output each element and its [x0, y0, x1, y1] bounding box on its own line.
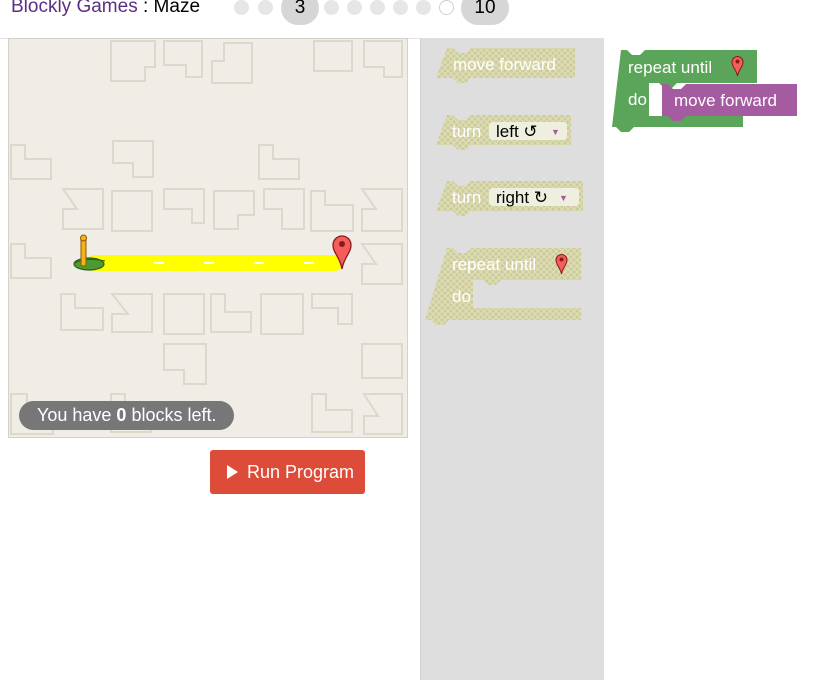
- toolbox-turn-left-option: left ↺: [496, 122, 538, 141]
- toolbox-move-forward-block[interactable]: move forward: [436, 48, 575, 83]
- toolbox-repeat-until-do-label: do: [452, 287, 471, 306]
- workspace-repeat-until-label: repeat until: [628, 58, 712, 77]
- level-6-dot[interactable]: [370, 0, 385, 15]
- level-7-dot[interactable]: [393, 0, 408, 15]
- maze-display: You have 0 blocks left.: [8, 38, 408, 438]
- workspace-repeat-until-do-label: do: [628, 90, 647, 109]
- maze-background-tiles: [10, 40, 403, 435]
- blocks-left-bubble: You have 0 blocks left.: [19, 401, 235, 430]
- level-4-dot[interactable]: [324, 0, 339, 15]
- level-1-dot[interactable]: [234, 0, 249, 15]
- toolbox-turn-left-label: turn: [452, 122, 481, 141]
- toolbox-move-forward-label: move forward: [453, 55, 556, 74]
- game-name: Maze: [153, 0, 201, 17]
- workspace-move-forward-block[interactable]: move forward: [662, 84, 797, 121]
- page-title: Blockly Games : Maze: [11, 0, 200, 18]
- level-2-dot[interactable]: [258, 0, 273, 15]
- capacity-suffix: blocks left.: [126, 405, 217, 425]
- level-current-badge[interactable]: 3: [281, 0, 319, 25]
- level-8-dot[interactable]: [416, 0, 431, 15]
- toolbox-turn-left-block[interactable]: turn left ↺ ▼: [436, 115, 571, 150]
- dropdown-arrow-icon: ▼: [559, 193, 568, 203]
- toolbox-turn-right-block[interactable]: turn right ↻ ▼: [436, 181, 583, 216]
- run-program-button[interactable]: Run Program: [210, 450, 365, 494]
- toolbox-turn-right-option: right ↻: [496, 188, 548, 207]
- blockly-games-link[interactable]: Blockly Games: [11, 0, 138, 17]
- level-last-badge[interactable]: 10: [461, 0, 509, 25]
- level-5-dot[interactable]: [347, 0, 362, 15]
- capacity-prefix: You have: [37, 405, 117, 425]
- play-icon: [227, 465, 238, 479]
- title-separator: :: [137, 0, 154, 17]
- run-program-label: Run Program: [247, 462, 355, 482]
- level-9-dot[interactable]: [439, 0, 454, 15]
- workspace-move-forward-label: move forward: [674, 91, 777, 110]
- toolbox-repeat-until-block[interactable]: repeat until do: [425, 248, 581, 325]
- start-marker-icon: [73, 234, 106, 271]
- toolbox-repeat-until-label: repeat until: [452, 255, 536, 274]
- dropdown-arrow-icon: ▼: [551, 127, 560, 137]
- toolbox-turn-right-label: turn: [452, 188, 481, 207]
- capacity-count: 0: [116, 405, 127, 425]
- toolbox-flyout: move forward turn left ↺ ▼ turn right ↻ …: [420, 38, 605, 680]
- workspace: repeat until do move forward: [604, 38, 837, 680]
- header: Blockly Games : Maze 3 10: [0, 0, 837, 39]
